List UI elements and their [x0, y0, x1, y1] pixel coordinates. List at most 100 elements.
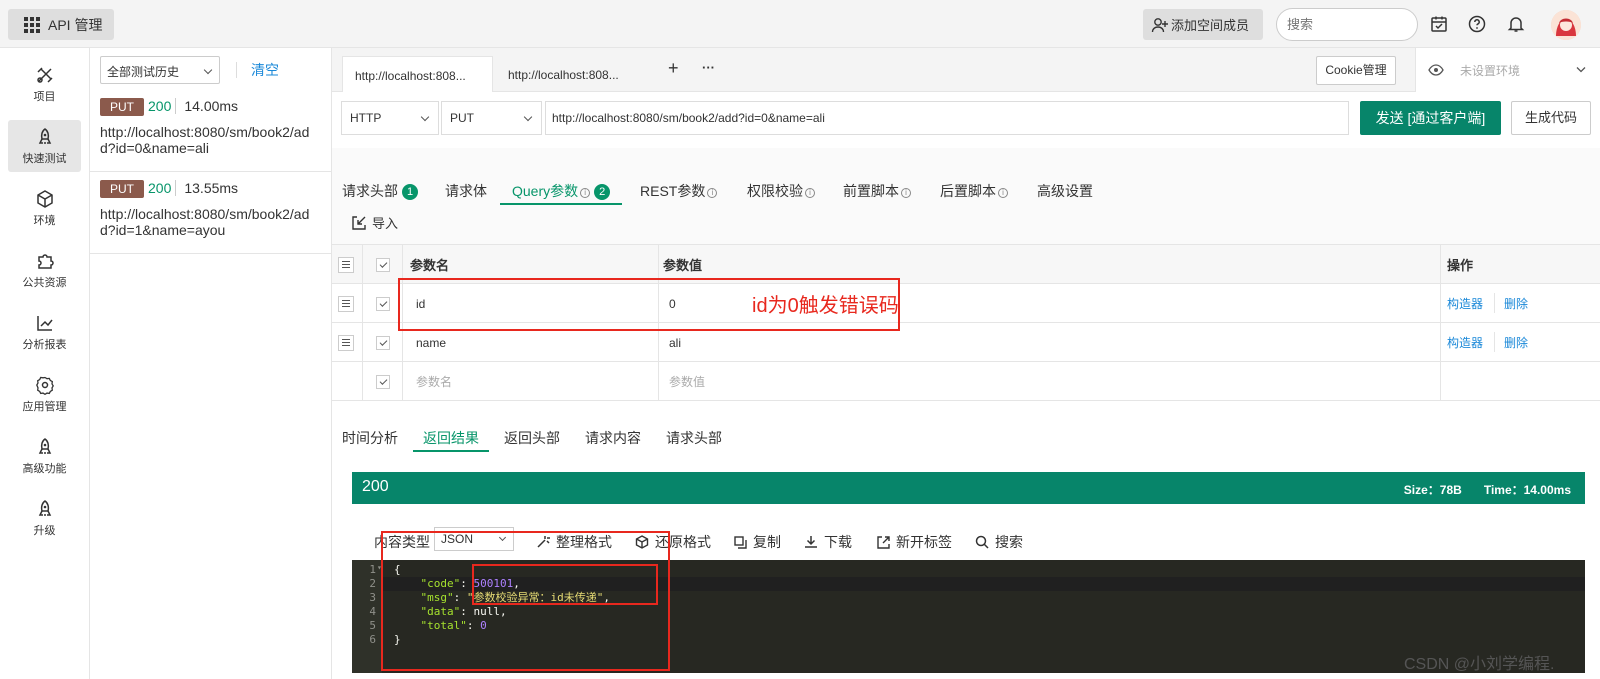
calendar-check-icon[interactable]	[1429, 14, 1449, 34]
builder-link[interactable]: 构造器	[1447, 284, 1483, 323]
info-icon: i	[580, 188, 591, 198]
tab-response-headers[interactable]: 返回头部	[504, 428, 560, 452]
search-button[interactable]: 搜索	[975, 532, 1023, 552]
status-code: 200	[148, 180, 172, 196]
nav-item-app-management[interactable]: 应用管理	[8, 368, 81, 420]
tab-request-headers-sent[interactable]: 请求头部	[666, 428, 722, 452]
tab-time-analysis[interactable]: 时间分析	[342, 428, 398, 452]
new-param-name-input[interactable]: 参数名	[416, 362, 452, 401]
column-header-ops: 操作	[1447, 258, 1474, 273]
nav-item-environment[interactable]: 环境	[8, 182, 81, 234]
row-checkbox[interactable]	[376, 296, 390, 311]
add-user-icon	[1151, 17, 1168, 32]
nav-item-quick-test[interactable]: 快速测试	[8, 120, 81, 172]
rocket-icon	[38, 499, 51, 516]
drag-handle-icon[interactable]	[338, 334, 354, 351]
rocket-icon	[38, 127, 51, 144]
tab-request-content[interactable]: 请求内容	[585, 428, 641, 452]
tab-request-headers[interactable]: 请求头部 1	[342, 181, 418, 205]
tab-post-script[interactable]: 后置脚本 i	[940, 181, 1008, 205]
delete-link[interactable]: 删除	[1504, 284, 1528, 323]
builder-link[interactable]: 构造器	[1447, 323, 1483, 362]
drag-handle-icon[interactable]	[338, 295, 354, 312]
method-select[interactable]: PUT	[441, 101, 542, 135]
select-all-checkbox[interactable]	[376, 257, 390, 272]
tab-pre-script[interactable]: 前置脚本 i	[843, 181, 911, 205]
method-badge: PUT	[100, 98, 144, 116]
help-icon[interactable]	[1467, 14, 1487, 34]
request-tab[interactable]: http://localhost:808...	[496, 56, 647, 92]
generate-code-button[interactable]: 生成代码	[1511, 101, 1591, 135]
add-tab-button[interactable]: +	[668, 58, 679, 79]
nav-item-project[interactable]: 项目	[8, 58, 81, 110]
tab-query-params[interactable]: Query参数 i 2	[500, 181, 623, 205]
import-button[interactable]: 导入	[352, 213, 398, 232]
status-code: 200	[148, 98, 172, 114]
nav-label: 升级	[33, 524, 56, 537]
method-badge: PUT	[100, 180, 144, 198]
response-status-code: 200	[362, 478, 389, 495]
url-input[interactable]: http://localhost:8080/sm/book2/add?id=0&…	[545, 101, 1349, 135]
open-new-tab-button[interactable]: 新开标签	[877, 532, 952, 552]
info-icon: i	[805, 188, 815, 198]
nav-item-public-resources[interactable]: 公共资源	[8, 244, 81, 296]
annotation-box	[472, 564, 658, 605]
tab-rest-params[interactable]: REST参数 i	[640, 181, 718, 205]
copy-button[interactable]: 复制	[734, 532, 781, 552]
nav-item-advanced[interactable]: 高级功能	[8, 430, 81, 482]
avatar[interactable]	[1551, 10, 1581, 40]
api-management-button[interactable]: API 管理	[8, 9, 114, 40]
nav-item-analytics[interactable]: 分析报表	[8, 306, 81, 358]
response-size: Size：78B	[1403, 483, 1462, 497]
history-panel: 全部测试历史 清空 PUT 200 14.00ms http://localhost…	[90, 48, 332, 679]
row-checkbox[interactable]	[376, 335, 390, 350]
tab-label: 请求头部	[342, 183, 398, 199]
request-tab[interactable]: http://localhost:808...	[342, 56, 493, 92]
tool-label: 新开标签	[896, 534, 952, 550]
protocol-select[interactable]: HTTP	[341, 101, 439, 135]
bell-icon[interactable]	[1506, 14, 1526, 34]
more-tabs-button[interactable]: ···	[702, 60, 715, 75]
environment-select[interactable]: 未设置环境	[1415, 48, 1600, 92]
info-icon: i	[707, 188, 718, 198]
line-number: 2	[369, 577, 376, 590]
tab-auth[interactable]: 权限校验 i	[747, 181, 815, 205]
response-time: 13.55ms	[175, 180, 239, 196]
add-member-button[interactable]: 添加空间成员	[1143, 9, 1263, 40]
history-item[interactable]: PUT 200 14.00ms http://localhost:8080/sm/b…	[90, 98, 332, 172]
delete-link[interactable]: 删除	[1504, 323, 1528, 362]
row-checkbox[interactable]	[376, 374, 390, 389]
tab-advanced-settings[interactable]: 高级设置	[1037, 181, 1093, 205]
chart-icon	[36, 315, 53, 331]
tool-label: 搜索	[995, 534, 1023, 550]
line-number: 1	[369, 563, 376, 576]
history-item[interactable]: PUT 200 13.55ms http://localhost:8080/sm/b…	[90, 180, 332, 254]
info-icon: i	[998, 188, 1008, 198]
request-tab-strip: http://localhost:808... http://localhost…	[332, 48, 1600, 92]
tab-label: Query参数	[512, 183, 579, 199]
tab-request-body[interactable]: 请求体	[445, 181, 487, 205]
history-url: http://localhost:8080/sm/book2/add?id=0&…	[100, 124, 310, 156]
line-number-gutter: 1 2 3 4 5 6 ▾	[352, 560, 382, 673]
external-link-icon	[877, 535, 890, 549]
annotation-text: id为0触发错误码	[752, 295, 899, 317]
history-filter-select[interactable]: 全部测试历史	[100, 56, 220, 84]
response-time: 14.00ms	[175, 98, 239, 114]
nav-item-upgrade[interactable]: 升级	[8, 492, 81, 544]
download-button[interactable]: 下载	[804, 532, 852, 552]
download-icon	[805, 536, 817, 548]
import-label: 导入	[372, 216, 399, 231]
new-param-value-input[interactable]: 参数值	[669, 362, 705, 401]
nav-label: 应用管理	[22, 400, 67, 413]
bulk-edit-icon[interactable]	[338, 256, 354, 273]
clear-history-button[interactable]: 清空	[236, 62, 279, 78]
send-button[interactable]: 发送 [通过客户端]	[1360, 101, 1501, 135]
tab-response-body[interactable]: 返回结果	[413, 428, 489, 452]
line-number: 6	[369, 633, 376, 646]
top-bar: API 管理 添加空间成员	[0, 0, 1600, 48]
tool-label: 下载	[824, 534, 852, 550]
grid-icon	[24, 16, 40, 33]
cookie-management-button[interactable]: Cookie管理	[1316, 56, 1396, 85]
search-input[interactable]	[1276, 8, 1418, 41]
cube-icon	[36, 189, 53, 208]
